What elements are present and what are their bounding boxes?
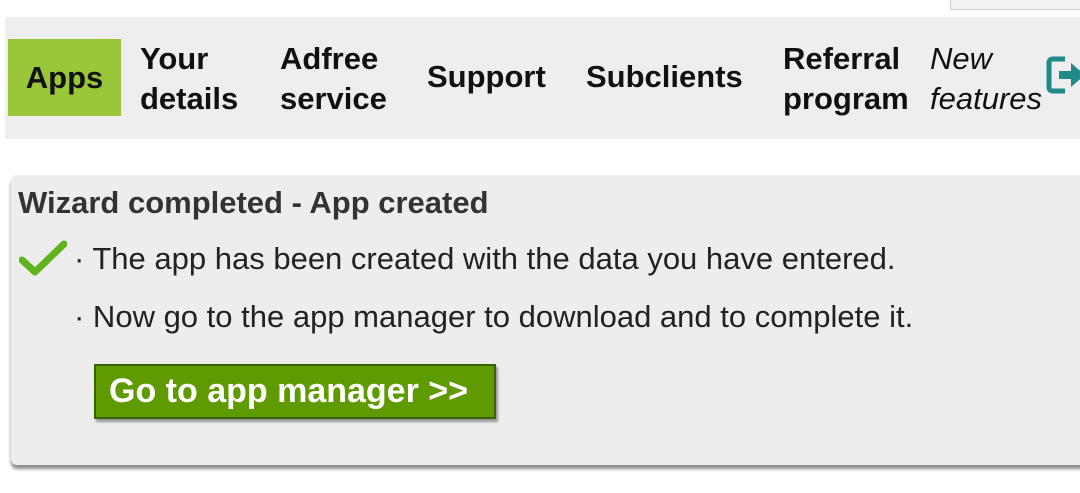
top-edge-element (950, 0, 1080, 10)
nav-tab-apps[interactable]: Apps (8, 39, 121, 116)
nav-tab-your-details-line1: Your (140, 41, 209, 76)
status-message-created: · The app has been created with the data… (74, 241, 896, 276)
nav-tab-referral-program-line1: Referral (783, 41, 901, 76)
nav-tab-subclients[interactable]: Subclients (586, 57, 743, 97)
exit-icon[interactable] (1045, 55, 1080, 95)
status-message-next-step: · Now go to the app manager to download … (74, 299, 914, 334)
nav-tab-your-details[interactable]: Your details (140, 39, 238, 119)
nav-tab-new-features-line1: New (930, 41, 993, 76)
go-to-app-manager-button[interactable]: Go to app manager >> (94, 364, 496, 419)
nav-tab-support-label: Support (427, 59, 546, 94)
check-icon (19, 240, 67, 276)
nav-tab-your-details-line2: details (140, 81, 239, 116)
wizard-result-panel: Wizard completed - App created · The app… (11, 175, 1080, 465)
nav-tab-subclients-label: Subclients (586, 59, 743, 94)
nav-tab-apps-label: Apps (25, 59, 104, 95)
nav-tab-new-features-line2: features (930, 81, 1043, 116)
main-navbar: Apps Your details Adfree service Support… (5, 17, 1080, 139)
nav-tab-adfree-service-line2: service (280, 81, 387, 116)
nav-tab-adfree-service[interactable]: Adfree service (280, 39, 387, 119)
panel-title: Wizard completed - App created (18, 185, 489, 220)
nav-tab-referral-program[interactable]: Referral program (783, 39, 909, 119)
nav-tab-referral-program-line2: program (783, 81, 909, 116)
nav-tab-support[interactable]: Support (427, 57, 546, 97)
nav-tab-new-features[interactable]: New features (930, 39, 1042, 119)
nav-tab-adfree-service-line1: Adfree (280, 41, 379, 76)
